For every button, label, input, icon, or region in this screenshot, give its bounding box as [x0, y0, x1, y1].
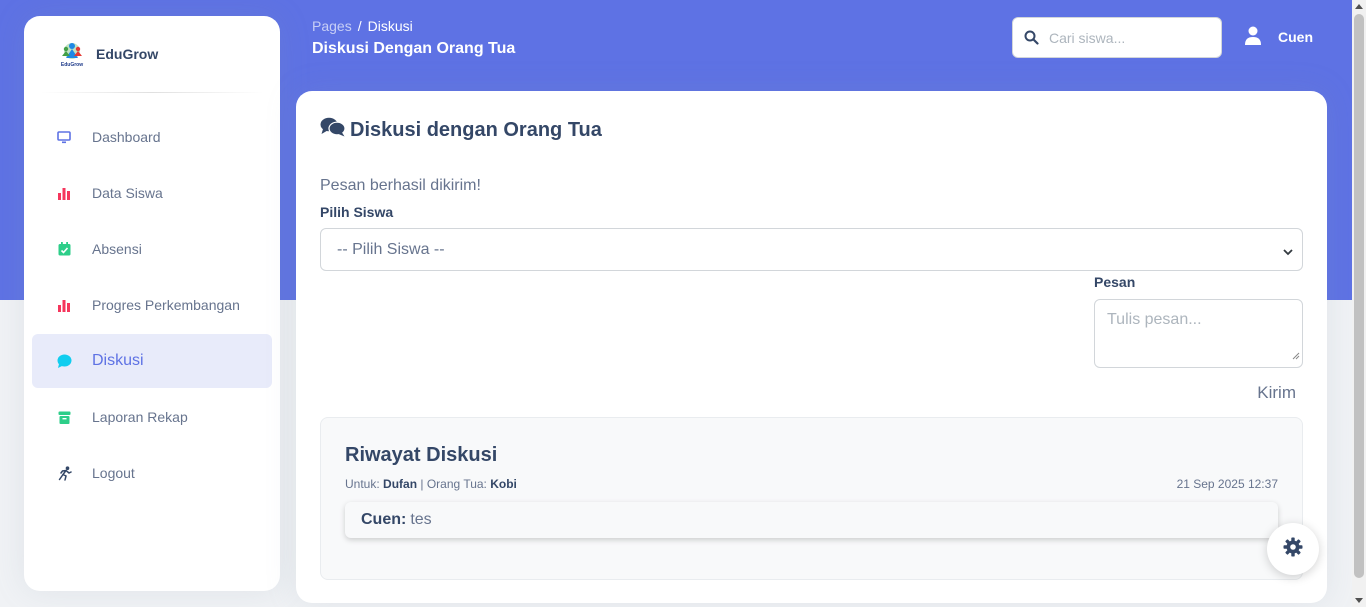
- sidebar-item-laporan-rekap[interactable]: Laporan Rekap: [32, 390, 272, 444]
- message-placeholder: Tulis pesan...: [1107, 311, 1202, 328]
- meta-separator: |: [420, 477, 424, 491]
- parent-label: Orang Tua:: [426, 477, 487, 491]
- user-icon: [1244, 26, 1262, 48]
- message-bubble: Cuen: tes: [345, 502, 1278, 538]
- edugrow-logo: EduGrow: [58, 40, 86, 68]
- settings-button[interactable]: [1267, 523, 1319, 575]
- chat-bubble-icon: [56, 353, 72, 369]
- sidebar-divider: [40, 92, 264, 93]
- comments-icon: [320, 117, 346, 143]
- chevron-down-icon: [1282, 244, 1294, 262]
- history-timestamp: 21 Sep 2025 12:37: [1176, 477, 1278, 491]
- message-sender: Cuen:: [361, 511, 407, 528]
- bar-chart-icon: [56, 185, 72, 201]
- brand[interactable]: EduGrow EduGrow: [24, 16, 280, 92]
- svg-text:EduGrow: EduGrow: [61, 62, 83, 68]
- parent-name: Kobi: [490, 477, 517, 491]
- sidebar-item-data-siswa[interactable]: Data Siswa: [32, 166, 272, 220]
- scroll-down-icon[interactable]: [1355, 598, 1363, 603]
- sidebar-item-progres-perkembangan[interactable]: Progres Perkembangan: [32, 278, 272, 332]
- sidebar-item-dashboard[interactable]: Dashboard: [32, 110, 272, 164]
- search-box[interactable]: [1012, 17, 1222, 58]
- sidebar-item-label: Absensi: [92, 241, 142, 257]
- search-input[interactable]: [1049, 29, 1209, 46]
- sidebar: EduGrow EduGrow Dashboard Data Siswa Abs…: [24, 16, 280, 591]
- message-text: tes: [410, 511, 432, 528]
- sidebar-item-label: Data Siswa: [92, 185, 163, 201]
- page-title: Diskusi Dengan Orang Tua: [312, 40, 516, 57]
- discussion-card: Diskusi dengan Orang Tua Pesan berhasil …: [296, 91, 1327, 603]
- sidebar-item-label: Laporan Rekap: [92, 409, 188, 425]
- sidebar-item-diskusi[interactable]: Diskusi: [32, 334, 272, 388]
- sidebar-item-label: Diskusi: [92, 352, 144, 369]
- card-title: Diskusi dengan Orang Tua: [320, 117, 602, 143]
- sidebar-item-label: Progres Perkembangan: [92, 297, 240, 313]
- for-label: Untuk:: [345, 477, 380, 491]
- search-icon: [1013, 30, 1049, 45]
- sidebar-item-absensi[interactable]: Absensi: [32, 222, 272, 276]
- running-icon: [56, 465, 72, 481]
- breadcrumb-current: Diskusi: [367, 18, 413, 34]
- page-scrollbar[interactable]: [1352, 0, 1366, 607]
- send-button[interactable]: Kirim: [1236, 383, 1296, 407]
- user-menu[interactable]: Cuen: [1244, 26, 1313, 48]
- sidebar-item-logout[interactable]: Logout: [32, 446, 272, 500]
- history-meta: Untuk: Dufan | Orang Tua: Kobi: [345, 477, 517, 491]
- student-select-label: Pilih Siswa: [320, 204, 394, 220]
- user-name: Cuen: [1278, 29, 1313, 45]
- breadcrumb: Pages / Diskusi: [312, 18, 413, 34]
- flash-message: Pesan berhasil dikirim!: [320, 177, 481, 194]
- student-name: Dufan: [383, 477, 418, 491]
- sidebar-nav: Dashboard Data Siswa Absensi Progres Per…: [24, 110, 280, 500]
- history-title: Riwayat Diskusi: [345, 444, 498, 466]
- student-select-value: -- Pilih Siswa --: [337, 240, 445, 258]
- sidebar-item-label: Dashboard: [92, 129, 161, 145]
- brand-name: EduGrow: [96, 46, 159, 62]
- archive-icon: [56, 409, 72, 425]
- discussion-history: Riwayat Diskusi Untuk: Dufan | Orang Tua…: [320, 417, 1303, 580]
- tv-icon: [56, 129, 72, 145]
- bar-chart-icon: [56, 297, 72, 313]
- message-textarea[interactable]: Tulis pesan...: [1094, 299, 1303, 368]
- calendar-check-icon: [56, 241, 72, 257]
- breadcrumb-separator: /: [357, 18, 362, 34]
- resize-handle-icon[interactable]: [1291, 347, 1300, 365]
- scroll-up-icon[interactable]: [1355, 4, 1363, 9]
- student-select[interactable]: -- Pilih Siswa --: [320, 228, 1303, 271]
- card-title-text: Diskusi dengan Orang Tua: [350, 118, 602, 141]
- scrollbar-thumb[interactable]: [1354, 14, 1364, 578]
- breadcrumb-root[interactable]: Pages: [312, 18, 352, 34]
- message-label: Pesan: [1094, 274, 1136, 290]
- sidebar-item-label: Logout: [92, 465, 135, 481]
- gear-icon: [1283, 537, 1303, 562]
